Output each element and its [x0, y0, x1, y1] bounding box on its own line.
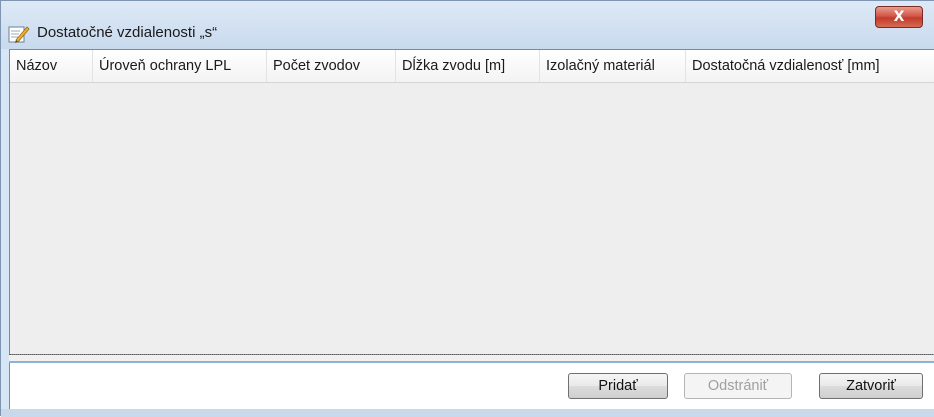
column-header-name[interactable]: Názov — [10, 50, 93, 82]
dialog-window: Dostatočné vzdialenosti „s“ X Názov Úrov… — [0, 0, 934, 417]
edit-pencil-icon — [8, 24, 30, 44]
column-header-insulation[interactable]: Izolačný materiál — [540, 50, 686, 82]
column-header-conductor-length[interactable]: Dĺžka zvodu [m] — [396, 50, 540, 82]
separation-distance-table[interactable]: Názov Úroveň ochrany LPL Počet zvodov Dĺ… — [9, 49, 934, 355]
add-button[interactable]: Pridať — [568, 373, 668, 399]
button-panel: Pridať Odstrániť Zatvoriť — [9, 363, 934, 409]
dialog-client-area: Názov Úroveň ochrany LPL Počet zvodov Dĺ… — [9, 49, 934, 409]
remove-button[interactable]: Odstrániť — [684, 373, 792, 399]
column-header-downconductors[interactable]: Počet zvodov — [267, 50, 396, 82]
focus-dotted-line — [9, 354, 934, 355]
title-bar[interactable]: Dostatočné vzdialenosti „s“ X — [1, 1, 934, 49]
table-body[interactable] — [10, 83, 934, 348]
close-button[interactable]: Zatvoriť — [819, 373, 923, 399]
close-icon: X — [893, 9, 905, 25]
column-header-separation-distance[interactable]: Dostatočná vzdialenosť [mm] — [686, 50, 934, 82]
window-title: Dostatočné vzdialenosti „s“ — [37, 24, 218, 41]
column-header-lpl[interactable]: Úroveň ochrany LPL — [93, 50, 267, 82]
close-window-button[interactable]: X — [875, 6, 923, 28]
table-header: Názov Úroveň ochrany LPL Počet zvodov Dĺ… — [10, 50, 934, 83]
